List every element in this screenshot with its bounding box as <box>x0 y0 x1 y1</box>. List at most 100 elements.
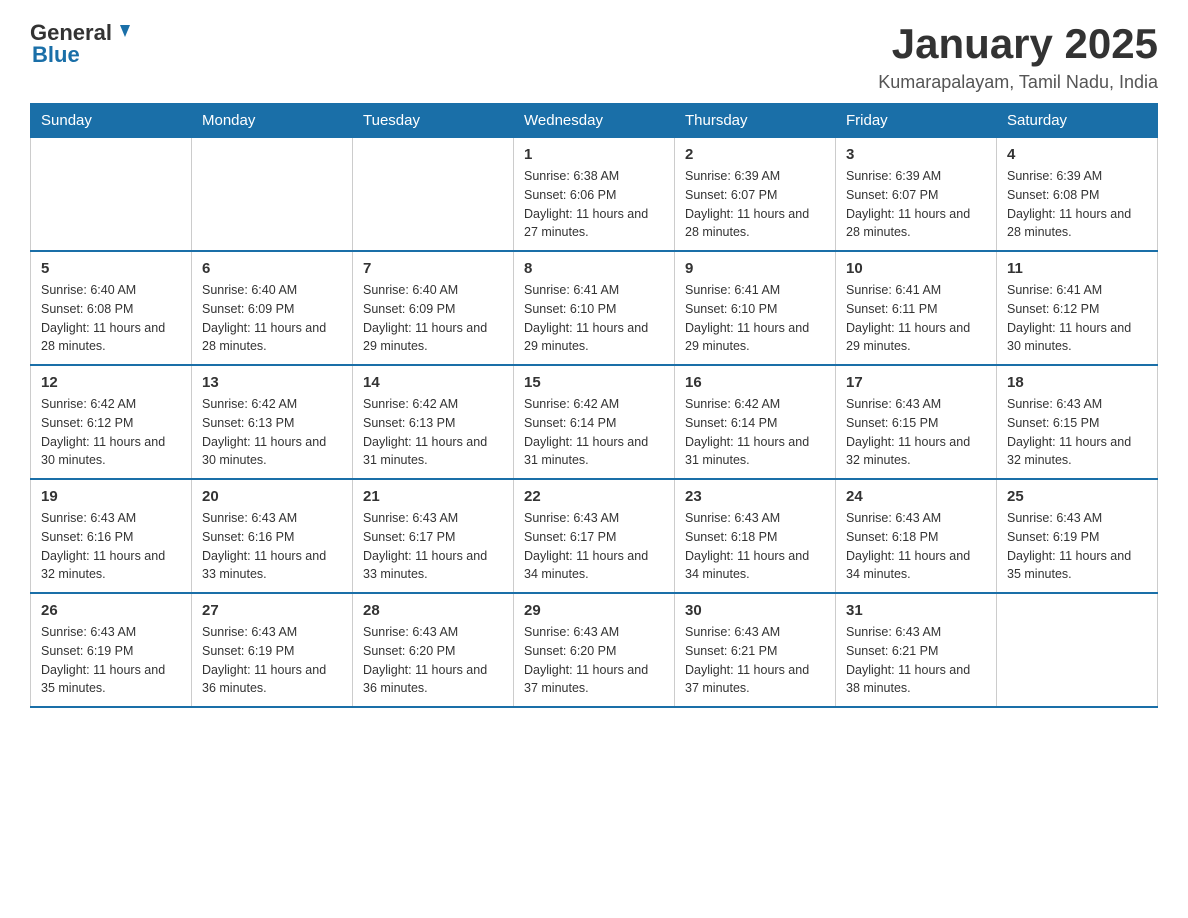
day-number: 16 <box>685 374 825 391</box>
day-info: Sunrise: 6:41 AM Sunset: 6:10 PM Dayligh… <box>685 281 825 356</box>
header-wednesday: Wednesday <box>514 104 675 138</box>
calendar-cell: 23 Sunrise: 6:43 AM Sunset: 6:18 PM Dayli… <box>675 479 836 593</box>
day-info: Sunrise: 6:39 AM Sunset: 6:07 PM Dayligh… <box>685 167 825 242</box>
day-number: 18 <box>1007 374 1147 391</box>
calendar-cell: 4 Sunrise: 6:39 AM Sunset: 6:08 PM Daylig… <box>997 138 1158 252</box>
header-thursday: Thursday <box>675 104 836 138</box>
day-number: 31 <box>846 602 986 619</box>
logo: General Blue <box>30 20 136 68</box>
day-number: 26 <box>41 602 181 619</box>
calendar-cell: 5Sunrise: 6:40 AM Sunset: 6:08 PM Daylig… <box>31 251 192 365</box>
day-number: 11 <box>1007 260 1147 277</box>
day-number: 13 <box>202 374 342 391</box>
day-info: Sunrise: 6:41 AM Sunset: 6:12 PM Dayligh… <box>1007 281 1147 356</box>
day-info: Sunrise: 6:43 AM Sunset: 6:21 PM Dayligh… <box>685 623 825 698</box>
day-info: Sunrise: 6:42 AM Sunset: 6:13 PM Dayligh… <box>363 395 503 470</box>
calendar-cell: 22 Sunrise: 6:43 AM Sunset: 6:17 PM Dayli… <box>514 479 675 593</box>
day-info: Sunrise: 6:39 AM Sunset: 6:08 PM Dayligh… <box>1007 167 1147 242</box>
day-number: 12 <box>41 374 181 391</box>
day-number: 14 <box>363 374 503 391</box>
header-sunday: Sunday <box>31 104 192 138</box>
calendar-cell: 19 Sunrise: 6:43 AM Sunset: 6:16 PM Dayli… <box>31 479 192 593</box>
day-number: 10 <box>846 260 986 277</box>
day-number: 30 <box>685 602 825 619</box>
calendar-week-row: 26 Sunrise: 6:43 AM Sunset: 6:19 PM Dayli… <box>31 593 1158 707</box>
title-section: January 2025 Kumarapalayam, Tamil Nadu, … <box>878 20 1158 93</box>
day-number: 17 <box>846 374 986 391</box>
day-info: Sunrise: 6:43 AM Sunset: 6:20 PM Dayligh… <box>524 623 664 698</box>
calendar-cell: 15 Sunrise: 6:42 AM Sunset: 6:14 PM Dayli… <box>514 365 675 479</box>
day-number: 8 <box>524 260 664 277</box>
calendar-cell: 13 Sunrise: 6:42 AM Sunset: 6:13 PM Dayli… <box>192 365 353 479</box>
day-info: Sunrise: 6:43 AM Sunset: 6:18 PM Dayligh… <box>685 509 825 584</box>
day-info: Sunrise: 6:39 AM Sunset: 6:07 PM Dayligh… <box>846 167 986 242</box>
day-number: 24 <box>846 488 986 505</box>
day-info: Sunrise: 6:43 AM Sunset: 6:15 PM Dayligh… <box>1007 395 1147 470</box>
calendar-cell: 29 Sunrise: 6:43 AM Sunset: 6:20 PM Dayli… <box>514 593 675 707</box>
day-info: Sunrise: 6:43 AM Sunset: 6:16 PM Dayligh… <box>202 509 342 584</box>
calendar-cell <box>353 138 514 252</box>
day-info: Sunrise: 6:43 AM Sunset: 6:20 PM Dayligh… <box>363 623 503 698</box>
day-info: Sunrise: 6:38 AM Sunset: 6:06 PM Dayligh… <box>524 167 664 242</box>
calendar-week-row: 1 Sunrise: 6:38 AM Sunset: 6:06 PM Daylig… <box>31 138 1158 252</box>
calendar-week-row: 19 Sunrise: 6:43 AM Sunset: 6:16 PM Dayli… <box>31 479 1158 593</box>
day-number: 1 <box>524 146 664 163</box>
calendar-week-row: 12 Sunrise: 6:42 AM Sunset: 6:12 PM Dayli… <box>31 365 1158 479</box>
calendar-table: Sunday Monday Tuesday Wednesday Thursday… <box>30 103 1158 708</box>
calendar-cell: 31Sunrise: 6:43 AM Sunset: 6:21 PM Dayli… <box>836 593 997 707</box>
calendar-cell: 7Sunrise: 6:40 AM Sunset: 6:09 PM Daylig… <box>353 251 514 365</box>
day-info: Sunrise: 6:43 AM Sunset: 6:18 PM Dayligh… <box>846 509 986 584</box>
calendar-cell: 24 Sunrise: 6:43 AM Sunset: 6:18 PM Dayli… <box>836 479 997 593</box>
header-tuesday: Tuesday <box>353 104 514 138</box>
calendar-cell: 27Sunrise: 6:43 AM Sunset: 6:19 PM Dayli… <box>192 593 353 707</box>
calendar-cell: 12 Sunrise: 6:42 AM Sunset: 6:12 PM Dayli… <box>31 365 192 479</box>
calendar-body: 1 Sunrise: 6:38 AM Sunset: 6:06 PM Daylig… <box>31 138 1158 708</box>
day-info: Sunrise: 6:41 AM Sunset: 6:11 PM Dayligh… <box>846 281 986 356</box>
day-number: 21 <box>363 488 503 505</box>
calendar-cell: 20Sunrise: 6:43 AM Sunset: 6:16 PM Dayli… <box>192 479 353 593</box>
day-info: Sunrise: 6:40 AM Sunset: 6:09 PM Dayligh… <box>363 281 503 356</box>
day-number: 25 <box>1007 488 1147 505</box>
day-number: 15 <box>524 374 664 391</box>
calendar-cell: 21 Sunrise: 6:43 AM Sunset: 6:17 PM Dayli… <box>353 479 514 593</box>
calendar-cell: 25 Sunrise: 6:43 AM Sunset: 6:19 PM Dayli… <box>997 479 1158 593</box>
day-number: 2 <box>685 146 825 163</box>
header-friday: Friday <box>836 104 997 138</box>
day-info: Sunrise: 6:40 AM Sunset: 6:09 PM Dayligh… <box>202 281 342 356</box>
calendar-cell: 1 Sunrise: 6:38 AM Sunset: 6:06 PM Daylig… <box>514 138 675 252</box>
calendar-cell: 17Sunrise: 6:43 AM Sunset: 6:15 PM Dayli… <box>836 365 997 479</box>
calendar-header: Sunday Monday Tuesday Wednesday Thursday… <box>31 104 1158 138</box>
day-info: Sunrise: 6:42 AM Sunset: 6:12 PM Dayligh… <box>41 395 181 470</box>
day-number: 9 <box>685 260 825 277</box>
day-info: Sunrise: 6:43 AM Sunset: 6:16 PM Dayligh… <box>41 509 181 584</box>
day-number: 23 <box>685 488 825 505</box>
calendar-cell: 26 Sunrise: 6:43 AM Sunset: 6:19 PM Dayli… <box>31 593 192 707</box>
day-info: Sunrise: 6:43 AM Sunset: 6:17 PM Dayligh… <box>363 509 503 584</box>
day-info: Sunrise: 6:41 AM Sunset: 6:10 PM Dayligh… <box>524 281 664 356</box>
day-number: 19 <box>41 488 181 505</box>
calendar-title: January 2025 <box>878 20 1158 68</box>
calendar-cell: 16Sunrise: 6:42 AM Sunset: 6:14 PM Dayli… <box>675 365 836 479</box>
calendar-cell: 9 Sunrise: 6:41 AM Sunset: 6:10 PM Daylig… <box>675 251 836 365</box>
day-number: 28 <box>363 602 503 619</box>
calendar-cell: 14 Sunrise: 6:42 AM Sunset: 6:13 PM Dayli… <box>353 365 514 479</box>
page-header: General Blue January 2025 Kumarapalayam,… <box>30 20 1158 93</box>
day-number: 29 <box>524 602 664 619</box>
calendar-week-row: 5Sunrise: 6:40 AM Sunset: 6:08 PM Daylig… <box>31 251 1158 365</box>
day-info: Sunrise: 6:43 AM Sunset: 6:19 PM Dayligh… <box>1007 509 1147 584</box>
day-number: 6 <box>202 260 342 277</box>
calendar-cell: 8 Sunrise: 6:41 AM Sunset: 6:10 PM Daylig… <box>514 251 675 365</box>
day-info: Sunrise: 6:42 AM Sunset: 6:13 PM Dayligh… <box>202 395 342 470</box>
day-number: 22 <box>524 488 664 505</box>
day-number: 4 <box>1007 146 1147 163</box>
calendar-cell <box>192 138 353 252</box>
logo-blue: Blue <box>32 42 80 68</box>
calendar-cell <box>997 593 1158 707</box>
day-info: Sunrise: 6:42 AM Sunset: 6:14 PM Dayligh… <box>524 395 664 470</box>
calendar-cell: 3Sunrise: 6:39 AM Sunset: 6:07 PM Daylig… <box>836 138 997 252</box>
day-info: Sunrise: 6:43 AM Sunset: 6:17 PM Dayligh… <box>524 509 664 584</box>
day-number: 5 <box>41 260 181 277</box>
day-info: Sunrise: 6:43 AM Sunset: 6:19 PM Dayligh… <box>41 623 181 698</box>
calendar-cell <box>31 138 192 252</box>
calendar-cell: 30 Sunrise: 6:43 AM Sunset: 6:21 PM Dayli… <box>675 593 836 707</box>
